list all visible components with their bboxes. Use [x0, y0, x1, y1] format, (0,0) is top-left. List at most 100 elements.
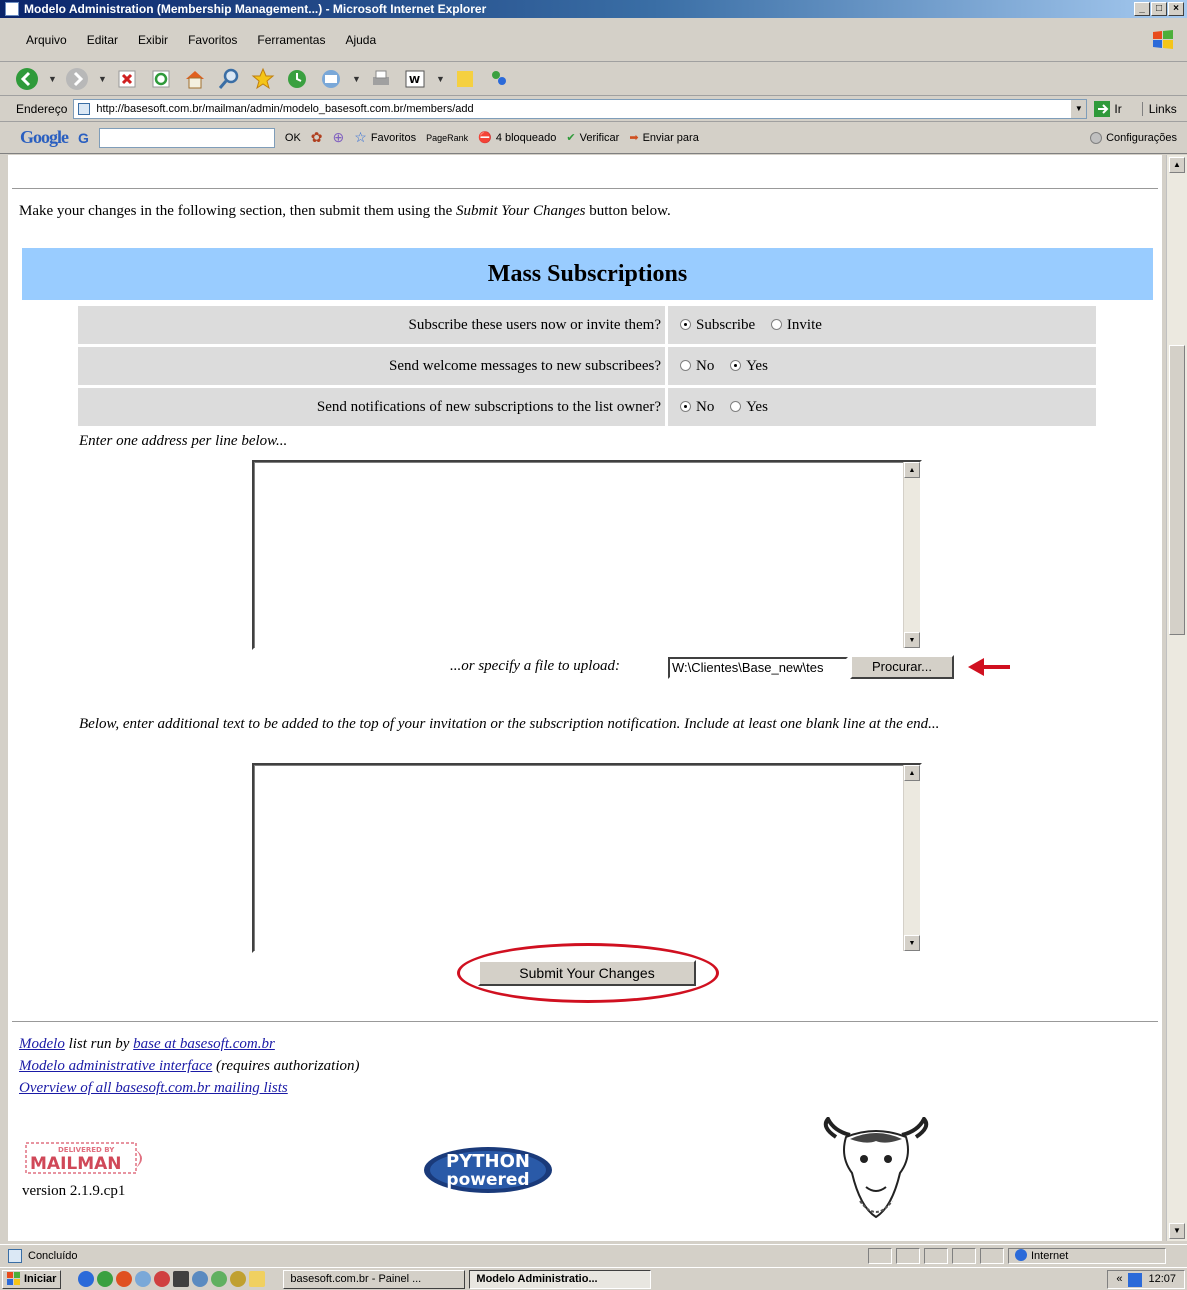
radio-notify-yes[interactable]: Yes	[730, 399, 768, 415]
additional-textarea[interactable]: ▲ ▼	[252, 763, 922, 953]
textarea-scrollbar[interactable]: ▲ ▼	[903, 462, 920, 648]
app5-quicklaunch-icon[interactable]	[211, 1271, 228, 1287]
folder-quicklaunch-icon[interactable]	[249, 1271, 266, 1287]
mail-icon[interactable]	[318, 66, 344, 92]
address-input[interactable]: http://basesoft.com.br/mailman/admin/mod…	[73, 98, 1088, 119]
menu-exibir[interactable]: Exibir	[138, 18, 168, 62]
tray-expand-icon[interactable]: «	[1116, 1271, 1122, 1288]
back-icon[interactable]	[14, 66, 40, 92]
tray-app-icon[interactable]	[1128, 1272, 1143, 1287]
radio-notify-no[interactable]: No	[680, 399, 714, 415]
ie-app-icon	[5, 2, 19, 16]
radio-subscribe[interactable]: Subscribe	[680, 317, 755, 333]
app2-quicklaunch-icon[interactable]	[154, 1271, 171, 1287]
google-options-icon[interactable]: ⊕	[333, 129, 345, 146]
start-button[interactable]: Iniciar	[2, 1269, 62, 1289]
menu-favoritos[interactable]: Favoritos	[188, 18, 237, 62]
google-tools-icon[interactable]: ✿	[311, 129, 323, 146]
menu-arquivo[interactable]: Arquivo	[26, 18, 67, 62]
status-pane	[896, 1248, 920, 1264]
red-arrow-annotation-icon	[968, 658, 1010, 676]
radio-invite[interactable]: Invite	[770, 317, 822, 333]
scroll-up-icon[interactable]: ▲	[1169, 157, 1185, 173]
menu-ferramentas[interactable]: Ferramentas	[257, 18, 325, 62]
scroll-down-icon[interactable]: ▼	[904, 935, 920, 951]
send-to-button[interactable]: ➡ Enviar para	[629, 131, 698, 145]
page-scrollbar[interactable]: ▲ ▼	[1166, 155, 1187, 1241]
page-content: Make your changes in the following secti…	[8, 155, 1162, 1241]
gnu-head-logo[interactable]	[816, 1117, 936, 1225]
google-ok-button[interactable]: OK	[285, 132, 301, 144]
google-favoritos-button[interactable]: ☆ Favoritos	[354, 129, 416, 146]
go-button[interactable]: Ir	[1093, 100, 1122, 118]
word-edit-icon[interactable]: W	[402, 66, 428, 92]
menu-editar[interactable]: Editar	[87, 18, 118, 62]
address-bar: Endereço http://basesoft.com.br/mailman/…	[0, 96, 1187, 122]
svg-text:MAILMAN: MAILMAN	[30, 1154, 122, 1174]
scroll-up-icon[interactable]: ▲	[904, 462, 920, 478]
mail-dropdown-icon[interactable]: ▼	[352, 74, 361, 84]
menu-ajuda[interactable]: Ajuda	[345, 18, 376, 62]
minimize-button[interactable]: _	[1134, 2, 1150, 16]
owner-link[interactable]: base at basesoft.com.br	[133, 1036, 275, 1052]
history-icon[interactable]	[284, 66, 310, 92]
address-dropdown-icon[interactable]: ▼	[1070, 99, 1087, 118]
app3-quicklaunch-icon[interactable]	[173, 1271, 190, 1287]
print-icon[interactable]	[368, 66, 394, 92]
addresses-textarea[interactable]: ▲ ▼	[252, 460, 922, 650]
taskbar-item-painel[interactable]: basesoft.com.br - Painel ...	[283, 1269, 466, 1289]
list-link[interactable]: Modelo	[19, 1036, 65, 1052]
overview-link[interactable]: Overview of all basesoft.com.br mailing …	[19, 1080, 288, 1096]
refresh-icon[interactable]	[148, 66, 174, 92]
forward-dropdown-icon[interactable]: ▼	[98, 74, 107, 84]
status-bar: Concluído Internet	[0, 1244, 1187, 1266]
google-logo[interactable]: Google	[20, 127, 69, 148]
messenger-icon[interactable]	[486, 66, 512, 92]
window-title-bar[interactable]: Modelo Administration (Membership Manage…	[0, 0, 1187, 18]
app4-quicklaunch-icon[interactable]	[192, 1271, 209, 1287]
footer-links: Modelo list run by base at basesoft.com.…	[19, 1033, 360, 1099]
outlook-quicklaunch-icon[interactable]	[97, 1271, 114, 1287]
spellcheck-button[interactable]: ✔ Verificar	[566, 131, 619, 145]
python-powered-logo[interactable]: PYTHON powered	[422, 1145, 554, 1195]
search-icon[interactable]	[216, 66, 242, 92]
send-arrow-icon: ➡	[629, 132, 639, 144]
pagerank-button[interactable]: PageRank	[426, 133, 468, 143]
note-icon[interactable]	[452, 66, 478, 92]
google-g-button[interactable]: G	[78, 130, 89, 146]
favorites-icon[interactable]	[250, 66, 276, 92]
app6-quicklaunch-icon[interactable]	[230, 1271, 247, 1287]
settings-button[interactable]: Configurações	[1090, 131, 1177, 144]
scroll-up-icon[interactable]: ▲	[904, 765, 920, 781]
maximize-button[interactable]: □	[1151, 2, 1167, 16]
radio-welcome-yes[interactable]: Yes	[730, 358, 768, 374]
taskbar-item-modelo[interactable]: Modelo Administratio...	[469, 1269, 652, 1289]
radio-welcome-no[interactable]: No	[680, 358, 714, 374]
edit-dropdown-icon[interactable]: ▼	[436, 74, 445, 84]
globe-icon	[1015, 1249, 1027, 1261]
google-search-input[interactable]	[98, 127, 275, 148]
taskbar: Iniciar basesoft.com.br - Painel ... Mod…	[0, 1267, 1187, 1290]
option-row-welcome: Send welcome messages to new subscribees…	[78, 347, 1096, 385]
firefox-quicklaunch-icon[interactable]	[116, 1271, 133, 1287]
google-toolbar: Google G OK ✿ ⊕ ☆ Favoritos PageRank ⛔ 4 b…	[0, 122, 1187, 154]
browse-button[interactable]: Procurar...	[850, 655, 954, 679]
textarea-scrollbar[interactable]: ▲ ▼	[903, 765, 920, 951]
close-button[interactable]: ×	[1168, 2, 1184, 16]
scroll-down-icon[interactable]: ▼	[1169, 1223, 1185, 1239]
back-dropdown-icon[interactable]: ▼	[48, 74, 57, 84]
app-quicklaunch-icon[interactable]	[135, 1271, 152, 1287]
file-path-input[interactable]: W:\Clientes\Base_new\tes	[668, 657, 848, 679]
ie-quicklaunch-icon[interactable]	[78, 1271, 95, 1287]
mailman-logo[interactable]: DELIVERED BY MAILMAN	[22, 1140, 154, 1180]
admin-interface-link[interactable]: Modelo administrative interface	[19, 1058, 212, 1074]
scroll-down-icon[interactable]: ▼	[904, 632, 920, 648]
popup-blocker-button[interactable]: ⛔ 4 bloqueado	[478, 131, 556, 145]
stop-icon[interactable]	[114, 66, 140, 92]
radio-checked-icon	[730, 360, 742, 371]
forward-icon[interactable]	[64, 66, 90, 92]
clock[interactable]: 12:07	[1148, 1271, 1176, 1288]
home-icon[interactable]	[182, 66, 208, 92]
scrollbar-thumb[interactable]	[1169, 345, 1185, 635]
links-button[interactable]: Links	[1141, 101, 1177, 116]
